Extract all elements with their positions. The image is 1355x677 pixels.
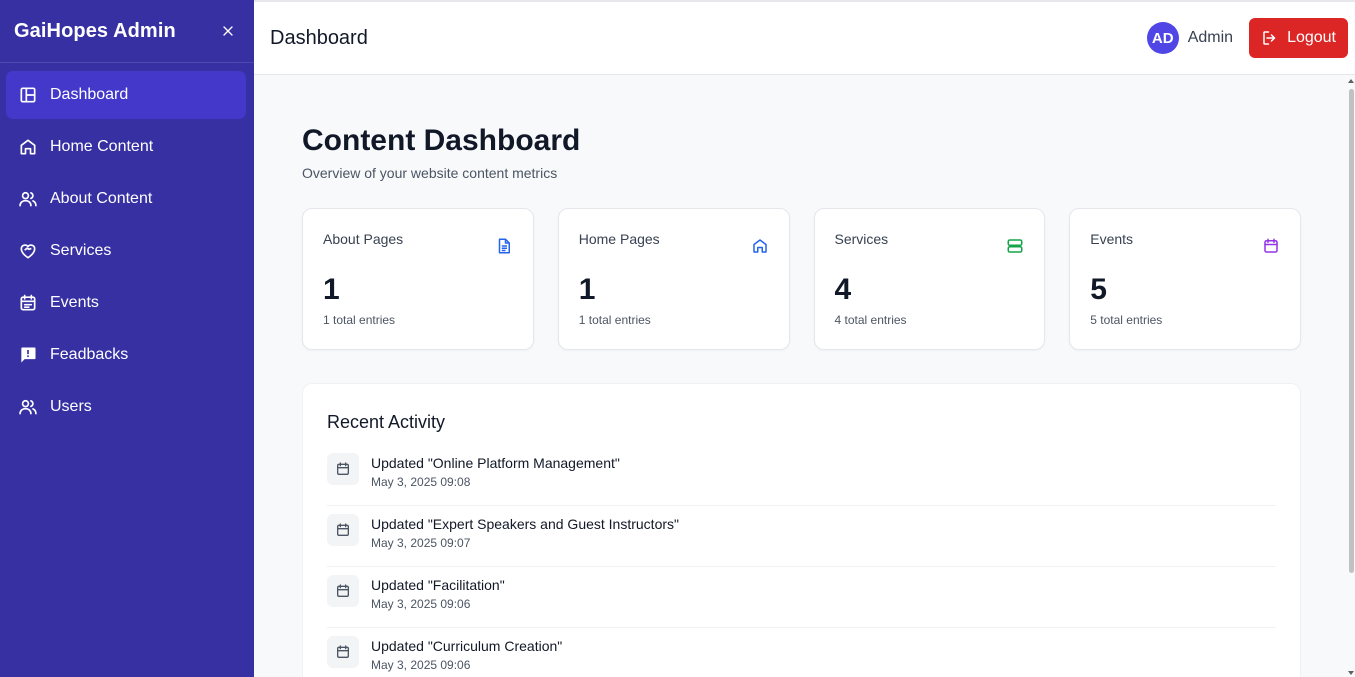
scroll-up-arrow[interactable] xyxy=(1348,79,1354,83)
activity-name: Updated "Expert Speakers and Guest Instr… xyxy=(371,516,679,532)
activity-name: Updated "Online Platform Management" xyxy=(371,455,620,471)
activity-list: Updated "Online Platform Management" May… xyxy=(327,445,1276,677)
stat-value: 1 xyxy=(578,273,596,306)
close-icon xyxy=(223,26,233,36)
stat-value: 1 xyxy=(323,273,340,306)
stat-subtext: 4 total entries xyxy=(834,313,907,327)
sidebar-item-feadbacks[interactable]: Feadbacks xyxy=(6,331,246,379)
content-subtitle: Overview of your website content metrics xyxy=(302,165,558,181)
recent-activity-panel: Recent Activity Updated "Online Platform… xyxy=(302,383,1301,677)
close-sidebar-button[interactable] xyxy=(218,21,238,41)
stat-card-events: Events 5 5 total entries xyxy=(1069,208,1301,350)
calendar-icon xyxy=(327,636,359,668)
home-icon xyxy=(18,137,38,157)
activity-item[interactable]: Updated "Online Platform Management" May… xyxy=(327,445,1276,506)
stat-label: Events xyxy=(1090,231,1134,247)
logout-button[interactable]: Logout xyxy=(1249,18,1348,58)
stats-row: About Pages 1 1 total entries Home Pages… xyxy=(302,208,1301,350)
activity-name: Updated "Facilitation" xyxy=(371,577,505,593)
sidebar-item-home-content[interactable]: Home Content xyxy=(6,123,246,171)
brand-title: GaiHopes Admin xyxy=(14,19,176,42)
document-icon xyxy=(495,237,513,255)
dashboard-icon xyxy=(18,85,38,105)
activity-date: May 3, 2025 09:08 xyxy=(371,475,471,489)
sidebar-item-services[interactable]: Services xyxy=(6,227,246,275)
stat-card-about-pages: About Pages 1 1 total entries xyxy=(302,208,534,350)
users-icon xyxy=(18,397,38,417)
stat-subtext: 1 total entries xyxy=(323,313,396,327)
scroll-down-arrow[interactable] xyxy=(1348,671,1354,675)
sidebar-item-label: About Content xyxy=(50,190,153,207)
sidebar-item-about-content[interactable]: About Content xyxy=(6,175,246,223)
page-scrollbar[interactable] xyxy=(1348,75,1355,677)
calendar-icon xyxy=(327,514,359,546)
stat-value: 4 xyxy=(834,273,852,306)
stat-label: Services xyxy=(834,231,889,247)
home-icon xyxy=(751,237,769,255)
stat-label: Home Pages xyxy=(578,231,660,247)
sidebar-item-label: Events xyxy=(50,294,99,311)
user-area: AD Admin Logout xyxy=(1146,18,1348,58)
stat-subtext: 1 total entries xyxy=(578,313,651,327)
calendar-icon xyxy=(18,293,38,313)
scroll-thumb[interactable] xyxy=(1349,89,1354,573)
sidebar-item-events[interactable]: Events xyxy=(6,279,246,327)
sidebar-item-users[interactable]: Users xyxy=(6,383,246,431)
activity-item[interactable]: Updated "Facilitation" May 3, 2025 09:06 xyxy=(327,567,1276,628)
activity-date: May 3, 2025 09:06 xyxy=(371,597,471,611)
feedback-icon xyxy=(18,345,38,365)
sidebar-item-label: Services xyxy=(50,242,112,259)
stat-value: 5 xyxy=(1090,273,1107,306)
heart-handshake-icon xyxy=(18,241,38,261)
stat-card-services: Services 4 4 total entries xyxy=(813,208,1046,350)
activity-name: Updated "Curriculum Creation" xyxy=(371,638,563,654)
sidebar-item-label: Home Content xyxy=(50,138,154,155)
calendar-icon xyxy=(1262,237,1280,255)
calendar-icon xyxy=(327,453,359,485)
avatar[interactable]: AD xyxy=(1146,22,1179,54)
user-name: Admin xyxy=(1187,29,1234,46)
sidebar: GaiHopes Admin Dashboard Home Content Ab… xyxy=(0,0,254,677)
activity-item[interactable]: Updated "Expert Speakers and Guest Instr… xyxy=(327,506,1276,567)
stat-subtext: 5 total entries xyxy=(1090,313,1163,327)
main-content: Content Dashboard Overview of your websi… xyxy=(254,75,1355,677)
sidebar-item-label: Users xyxy=(50,398,92,415)
sidebar-item-label: Feadbacks xyxy=(50,346,129,363)
content-title: Content Dashboard xyxy=(302,124,581,157)
sidebar-header: GaiHopes Admin xyxy=(0,0,254,63)
activity-date: May 3, 2025 09:07 xyxy=(371,536,471,550)
activity-item[interactable]: Updated "Curriculum Creation" May 3, 202… xyxy=(327,628,1276,677)
sidebar-item-dashboard[interactable]: Dashboard xyxy=(6,71,246,119)
sidebar-nav: Dashboard Home Content About Content Ser… xyxy=(0,63,254,431)
logout-label: Logout xyxy=(1287,29,1336,46)
users-icon xyxy=(18,189,38,209)
page-title: Dashboard xyxy=(270,26,368,49)
activity-date: May 3, 2025 09:06 xyxy=(371,658,471,672)
stat-label: About Pages xyxy=(323,231,404,247)
server-icon xyxy=(1006,237,1024,255)
sidebar-item-label: Dashboard xyxy=(50,86,129,103)
topbar: Dashboard AD Admin Logout xyxy=(254,0,1355,75)
stat-card-home-pages: Home Pages 1 1 total entries xyxy=(557,208,790,350)
calendar-icon xyxy=(327,575,359,607)
logout-icon xyxy=(1263,31,1276,45)
recent-activity-title: Recent Activity xyxy=(327,412,446,432)
